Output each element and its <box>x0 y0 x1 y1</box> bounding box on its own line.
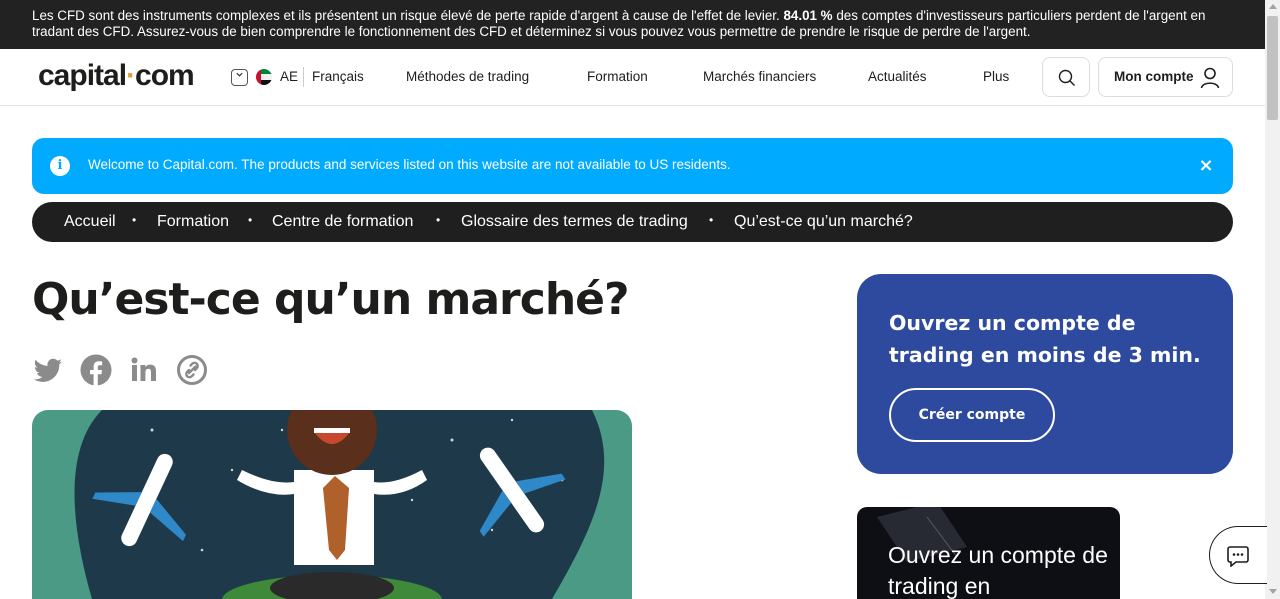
my-account-label: Mon compte <box>1114 69 1194 84</box>
breadcrumb-learning-center[interactable]: Centre de formation <box>272 213 413 231</box>
user-icon <box>1200 67 1220 89</box>
promo-text: Ouvrez un compte de trading en <box>888 542 1108 599</box>
chat-icon <box>1227 546 1249 567</box>
logo-text-left: capital <box>38 59 127 92</box>
nav-more[interactable]: Plus <box>983 69 1009 84</box>
linkedin-icon[interactable] <box>128 354 160 386</box>
logo[interactable]: capital·com <box>38 59 195 93</box>
breadcrumb-separator: • <box>709 213 714 227</box>
language-selector[interactable]: Français <box>312 69 364 84</box>
create-account-button[interactable]: Créer compte <box>889 388 1055 442</box>
breadcrumb-current: Qu’est-ce qu’un marché? <box>734 213 913 230</box>
risk-text-before: Les CFD sont des instruments complexes e… <box>32 8 784 23</box>
nav-formation[interactable]: Formation <box>587 69 648 84</box>
app-promo-card[interactable]: Ouvrez un compte de trading en <box>857 507 1120 599</box>
breadcrumb-separator: • <box>436 213 441 227</box>
breadcrumb-separator: • <box>248 213 253 227</box>
hero-illustration <box>32 410 632 599</box>
search-button[interactable] <box>1042 57 1090 97</box>
us-residents-notice: i Welcome to Capital.com. The products a… <box>32 138 1233 194</box>
page-title: Qu’est-ce qu’un marché? <box>32 274 630 325</box>
breadcrumb: Accueil • Formation • Centre de formatio… <box>32 202 1233 242</box>
uae-flag-icon <box>256 69 272 85</box>
meditating-trader-illustration <box>74 410 605 599</box>
risk-warning-banner: Les CFD sont des instruments complexes e… <box>0 0 1265 49</box>
divider <box>303 67 304 87</box>
chat-button[interactable] <box>1209 526 1267 584</box>
nav-financial-markets[interactable]: Marchés financiers <box>703 69 816 84</box>
twitter-icon[interactable] <box>32 354 64 386</box>
scroll-down-arrow-icon[interactable] <box>1269 589 1277 594</box>
facebook-icon[interactable] <box>80 354 112 386</box>
open-account-heading: Ouvrez un compte de trading en moins de … <box>889 311 1201 367</box>
nav-news[interactable]: Actualités <box>868 69 927 84</box>
risk-percent: 84.01 % <box>783 8 833 23</box>
info-icon: i <box>50 156 70 176</box>
site-header: capital·com AE Français Méthodes de trad… <box>0 49 1265 106</box>
logo-text-right: com <box>135 59 195 92</box>
copy-link-icon[interactable] <box>176 354 208 386</box>
nav-trading-methods[interactable]: Méthodes de trading <box>406 69 529 84</box>
chevron-down-icon <box>236 72 243 77</box>
breadcrumb-glossary[interactable]: Glossaire des termes de trading <box>461 213 688 231</box>
my-account-button[interactable]: Mon compte <box>1098 57 1233 97</box>
region-dropdown-toggle[interactable] <box>231 69 248 86</box>
logo-dot: · <box>126 59 136 92</box>
breadcrumb-home[interactable]: Accueil <box>64 213 116 231</box>
notice-message: Welcome to Capital.com. The products and… <box>88 157 731 172</box>
close-icon[interactable]: × <box>1196 156 1216 176</box>
open-account-card: Ouvrez un compte de trading en moins de … <box>857 274 1233 474</box>
breadcrumb-formation[interactable]: Formation <box>157 213 229 231</box>
page-scrollbar[interactable] <box>1265 0 1280 599</box>
search-icon <box>1058 69 1075 86</box>
scrollbar-thumb[interactable] <box>1267 16 1278 120</box>
breadcrumb-separator: • <box>132 213 137 227</box>
region-code[interactable]: AE <box>280 69 298 84</box>
scroll-up-arrow-icon[interactable] <box>1269 4 1277 9</box>
